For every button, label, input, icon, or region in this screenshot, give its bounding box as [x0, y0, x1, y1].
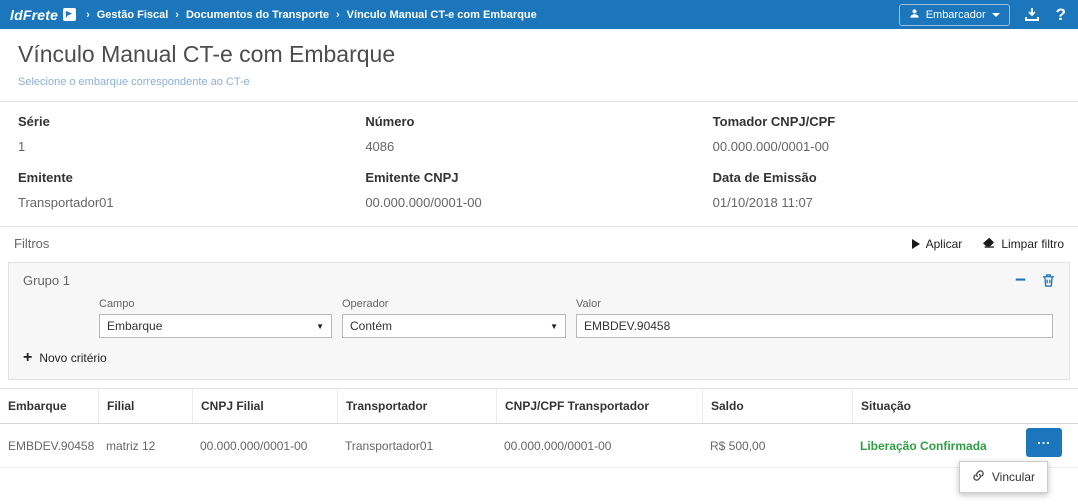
row-actions-button[interactable]: ... [1026, 428, 1062, 457]
field-value: 01/10/2018 11:07 [713, 195, 1060, 210]
user-label: Embarcador [926, 9, 986, 21]
field-label: Número [365, 114, 712, 129]
field-label: Emitente CNPJ [365, 170, 712, 185]
cell-transportador: Transportador01 [337, 439, 496, 453]
campo-field: Campo Embarque ▼ [99, 298, 332, 338]
user-profile-dropdown[interactable]: Embarcador [899, 4, 1010, 26]
page-subtitle: Selecione o embarque correspondente ao C… [18, 76, 1060, 88]
operador-field: Operador Contém ▼ [342, 298, 566, 338]
field-value: 00.000.000/0001-00 [713, 139, 1060, 154]
top-navigation-bar: ldFrete › Gestão Fiscal › Documentos do … [0, 0, 1078, 29]
valor-field: Valor [576, 298, 1053, 338]
column-header-filial[interactable]: Filial [98, 389, 192, 423]
filter-group-actions: − [1015, 273, 1055, 288]
field-emitente: Emitente Transportador01 [18, 170, 365, 210]
table-header-row: Embarque Filial CNPJ Filial Transportado… [0, 388, 1078, 424]
cell-cnpj-filial: 00.000.000/0001-00 [192, 439, 337, 453]
column-header-saldo[interactable]: Saldo [702, 389, 852, 423]
shipments-table: Embarque Filial CNPJ Filial Transportado… [0, 388, 1078, 468]
delete-group-button[interactable] [1042, 273, 1055, 288]
field-value: Transportador01 [18, 195, 365, 210]
cell-saldo: R$ 500,00 [702, 439, 852, 453]
chevron-down-icon: ▼ [550, 322, 558, 331]
campo-label: Campo [99, 298, 332, 310]
filter-criterion-row: Campo Embarque ▼ Operador Contém ▼ Valor [9, 290, 1069, 338]
valor-label: Valor [576, 298, 1053, 310]
cell-cnpj-transportador: 00.000.000/0001-00 [496, 439, 702, 453]
campo-selected-value: Embarque [107, 319, 162, 333]
column-header-cnpj-filial[interactable]: CNPJ Filial [192, 389, 337, 423]
download-button[interactable] [1024, 7, 1040, 23]
field-label: Série [18, 114, 365, 129]
table-row[interactable]: EMBDEV.90458 matriz 12 00.000.000/0001-0… [0, 424, 1078, 468]
vincular-label: Vincular [992, 470, 1035, 484]
campo-select[interactable]: Embarque ▼ [99, 314, 332, 338]
field-label: Tomador CNPJ/CPF [713, 114, 1060, 129]
column-header-situacao[interactable]: Situação [852, 389, 1078, 423]
column-header-transportador[interactable]: Transportador [337, 389, 496, 423]
valor-input[interactable] [576, 314, 1053, 338]
breadcrumb-documentos-transporte[interactable]: Documentos do Transporte [186, 9, 329, 21]
play-icon [912, 239, 920, 249]
filters-title: Filtros [14, 236, 49, 251]
field-data-emissao: Data de Emissão 01/10/2018 11:07 [713, 170, 1060, 210]
clear-filter-button[interactable]: Limpar filtro [982, 237, 1064, 251]
user-icon [909, 8, 920, 22]
row-actions-menu-vincular[interactable]: Vincular [959, 461, 1048, 493]
apply-filter-label: Aplicar [926, 237, 963, 251]
filter-group-panel: Grupo 1 − Campo Embarque ▼ Operador Cont… [8, 262, 1070, 380]
filters-actions: Aplicar Limpar filtro [912, 237, 1064, 251]
field-label: Data de Emissão [713, 170, 1060, 185]
filter-group-header: Grupo 1 − [9, 263, 1069, 290]
field-serie: Série 1 [18, 114, 365, 154]
operador-label: Operador [342, 298, 566, 310]
breadcrumb-separator-icon: › [86, 9, 90, 21]
link-icon [972, 469, 985, 485]
add-criterion-button[interactable]: + Novo critério [9, 338, 121, 379]
column-header-embarque[interactable]: Embarque [0, 389, 98, 423]
breadcrumb-separator-icon: › [336, 9, 340, 21]
add-criterion-label: Novo critério [39, 351, 106, 365]
page-header: Vínculo Manual CT-e com Embarque Selecio… [0, 29, 1078, 102]
cell-embarque: EMBDEV.90458 [0, 439, 98, 453]
clear-filter-label: Limpar filtro [1001, 237, 1064, 251]
chevron-down-icon [992, 13, 1000, 17]
breadcrumb-gestao-fiscal[interactable]: Gestão Fiscal [97, 9, 169, 21]
field-label: Emitente [18, 170, 365, 185]
plus-icon: + [23, 352, 32, 364]
app-logo[interactable]: ldFrete [10, 7, 76, 23]
column-header-cnpj-transportador[interactable]: CNPJ/CPF Transportador [496, 389, 702, 423]
app-logo-text: ldFrete [10, 7, 58, 23]
field-value: 4086 [365, 139, 712, 154]
help-button[interactable]: ? [1054, 5, 1068, 25]
collapse-group-button[interactable]: − [1015, 274, 1026, 288]
breadcrumb: › Gestão Fiscal › Documentos do Transpor… [86, 9, 537, 21]
field-value: 1 [18, 139, 365, 154]
field-numero: Número 4086 [365, 114, 712, 154]
filters-bar: Filtros Aplicar Limpar filtro [0, 226, 1078, 258]
filter-group-title: Grupo 1 [23, 273, 70, 288]
field-emitente-cnpj: Emitente CNPJ 00.000.000/0001-00 [365, 170, 712, 210]
breadcrumb-separator-icon: › [175, 9, 179, 21]
operador-selected-value: Contém [350, 319, 392, 333]
eraser-icon [982, 237, 995, 251]
logo-flag-icon [63, 8, 76, 21]
apply-filter-button[interactable]: Aplicar [912, 237, 963, 251]
cte-info-grid: Série 1 Número 4086 Tomador CNPJ/CPF 00.… [0, 102, 1078, 226]
page-title: Vínculo Manual CT-e com Embarque [18, 41, 1060, 68]
operador-select[interactable]: Contém ▼ [342, 314, 566, 338]
cell-filial: matriz 12 [98, 439, 192, 453]
field-value: 00.000.000/0001-00 [365, 195, 712, 210]
field-tomador-cnpj: Tomador CNPJ/CPF 00.000.000/0001-00 [713, 114, 1060, 154]
topbar-right-actions: Embarcador ? [899, 4, 1068, 26]
breadcrumb-vinculo-manual[interactable]: Vínculo Manual CT-e com Embarque [347, 9, 537, 21]
chevron-down-icon: ▼ [316, 322, 324, 331]
